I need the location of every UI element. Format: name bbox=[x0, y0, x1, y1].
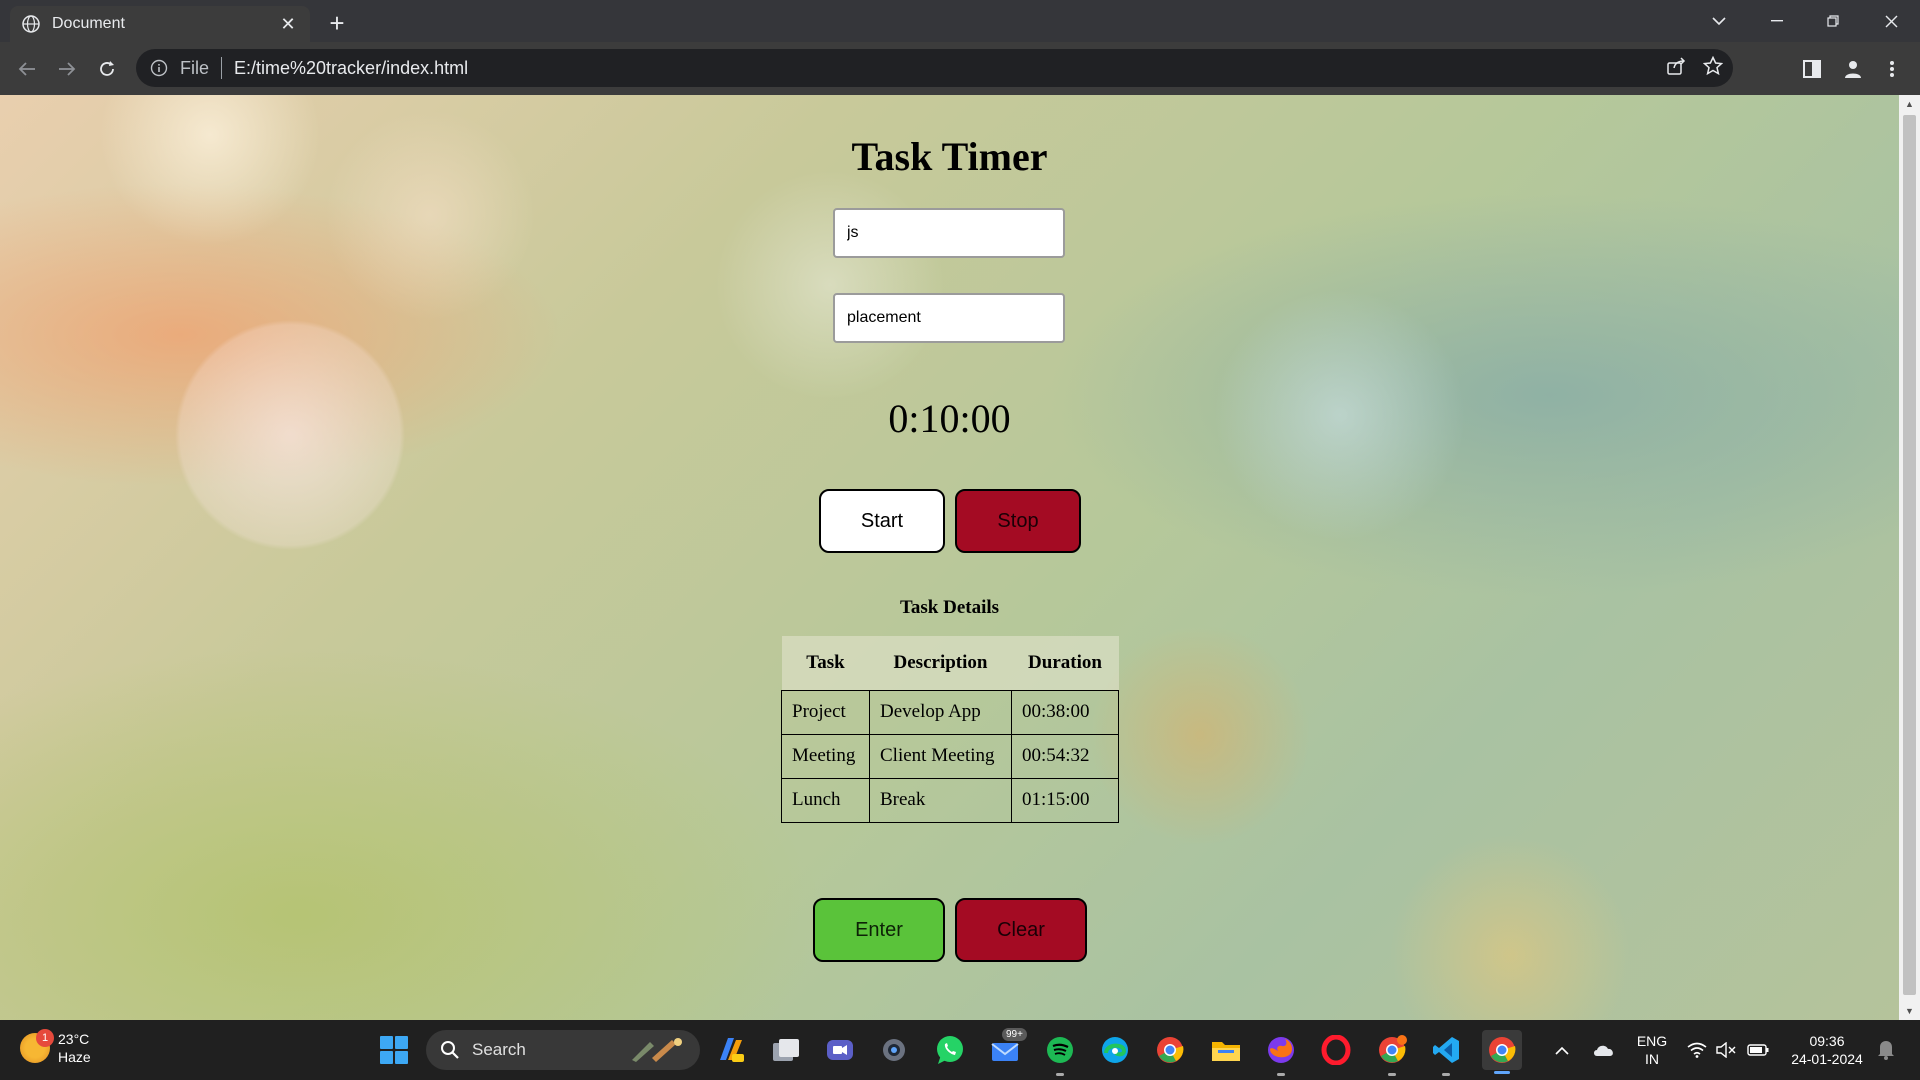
whatsapp-icon[interactable] bbox=[932, 1032, 968, 1068]
windows-taskbar: 1 23°C Haze Search 99+ ENG IN 09:36 24-0… bbox=[0, 1020, 1920, 1080]
show-hidden-icons-chevron-icon[interactable] bbox=[1550, 1020, 1574, 1080]
language-code: ENG bbox=[1636, 1033, 1668, 1049]
table-header-row: Task Description Duration bbox=[781, 636, 1119, 690]
task-description-input[interactable] bbox=[833, 293, 1065, 343]
running-indicator bbox=[1277, 1073, 1285, 1076]
chrome-active-icon[interactable] bbox=[1482, 1030, 1522, 1074]
tab-close-icon[interactable]: ✕ bbox=[278, 14, 298, 34]
stop-button[interactable]: Stop bbox=[955, 489, 1081, 553]
scroll-up-arrow-icon[interactable]: ▲ bbox=[1899, 95, 1920, 113]
profile-icon[interactable] bbox=[1838, 54, 1868, 84]
page-viewport: Task Timer 0:10:00 Start Stop Task Detai… bbox=[0, 95, 1899, 1020]
clock-date: 24-01-2024 bbox=[1791, 1051, 1863, 1067]
forward-arrow-icon[interactable] bbox=[50, 52, 84, 86]
clear-button[interactable]: Clear bbox=[955, 898, 1087, 962]
cell-description: Break bbox=[869, 777, 1012, 823]
clock-time: 09:36 bbox=[1809, 1033, 1845, 1049]
settings-gear-icon[interactable] bbox=[876, 1032, 912, 1068]
wifi-icon[interactable] bbox=[1684, 1020, 1710, 1080]
cell-description: Client Meeting bbox=[869, 733, 1012, 779]
chrome-icon[interactable] bbox=[1152, 1032, 1188, 1068]
page-scrollbar[interactable]: ▲ ▼ bbox=[1899, 95, 1920, 1020]
mail-icon[interactable]: 99+ bbox=[988, 1028, 1027, 1068]
running-indicator bbox=[1442, 1073, 1450, 1076]
taskbar-search-box[interactable]: Search bbox=[426, 1030, 700, 1070]
timer-display: 0:10:00 bbox=[888, 396, 1011, 441]
taskbar-clock[interactable]: 09:36 24-01-2024 bbox=[1782, 1032, 1872, 1068]
address-bar[interactable]: File E:/time%20tracker/index.html bbox=[136, 49, 1733, 87]
weather-widget[interactable]: 1 23°C Haze bbox=[20, 1029, 91, 1066]
browser-toolbar: File E:/time%20tracker/index.html bbox=[0, 42, 1920, 95]
opera-icon[interactable] bbox=[1318, 1032, 1354, 1068]
site-info-icon[interactable] bbox=[150, 59, 168, 77]
cell-duration: 00:54:32 bbox=[1011, 733, 1119, 779]
address-url[interactable]: E:/time%20tracker/index.html bbox=[234, 58, 468, 79]
scrollbar-thumb[interactable] bbox=[1903, 115, 1916, 995]
share-icon[interactable] bbox=[1667, 56, 1687, 80]
copilot-app-icon[interactable] bbox=[712, 1032, 748, 1068]
table-row: Lunch Break 01:15:00 bbox=[781, 777, 1119, 823]
cell-duration: 00:38:00 bbox=[1011, 689, 1119, 735]
table-row: Meeting Client Meeting 00:54:32 bbox=[781, 733, 1119, 779]
tab-title: Document bbox=[52, 15, 125, 32]
table-row: Project Develop App 00:38:00 bbox=[781, 689, 1119, 735]
teams-chat-icon[interactable] bbox=[822, 1032, 858, 1068]
cell-duration: 01:15:00 bbox=[1011, 777, 1119, 823]
cell-task: Lunch bbox=[781, 777, 870, 823]
enter-button[interactable]: Enter bbox=[813, 898, 945, 962]
address-scheme-label: File bbox=[180, 57, 210, 78]
file-explorer-icon[interactable] bbox=[1208, 1032, 1244, 1068]
minimize-window-icon[interactable] bbox=[1748, 0, 1806, 42]
search-label: Search bbox=[472, 1040, 526, 1059]
weather-condition-label: Haze bbox=[58, 1049, 91, 1065]
haze-weather-icon: 1 bbox=[20, 1029, 54, 1063]
mail-badge: 99+ bbox=[1002, 1028, 1027, 1041]
cell-description: Develop App bbox=[869, 689, 1012, 735]
tab-search-chevron-icon[interactable] bbox=[1690, 0, 1748, 42]
firefox-icon[interactable] bbox=[1263, 1032, 1299, 1076]
task-name-input[interactable] bbox=[833, 208, 1065, 258]
search-icon bbox=[440, 1040, 460, 1060]
column-header-task: Task bbox=[781, 636, 870, 690]
start-button[interactable]: Start bbox=[819, 489, 945, 553]
table-caption: Task Details bbox=[899, 597, 1000, 618]
vscode-icon[interactable] bbox=[1428, 1032, 1464, 1076]
bookmark-star-icon[interactable] bbox=[1702, 55, 1724, 81]
globe-icon bbox=[22, 15, 40, 33]
task-view-icon[interactable] bbox=[768, 1032, 804, 1068]
battery-icon[interactable] bbox=[1744, 1020, 1772, 1080]
edge-browser-icon[interactable] bbox=[1097, 1032, 1133, 1068]
active-indicator bbox=[1494, 1071, 1510, 1074]
scroll-down-arrow-icon[interactable]: ▼ bbox=[1899, 1002, 1920, 1020]
windows-start-icon[interactable] bbox=[380, 1036, 408, 1064]
spotify-icon[interactable] bbox=[1042, 1032, 1078, 1076]
browser-tab-document[interactable]: Document ✕ bbox=[10, 6, 310, 42]
chrome-profile-icon[interactable] bbox=[1374, 1032, 1410, 1076]
more-menu-icon[interactable] bbox=[1877, 54, 1907, 84]
cell-task: Project bbox=[781, 689, 870, 735]
column-header-description: Description bbox=[869, 636, 1012, 690]
address-divider bbox=[221, 57, 223, 79]
browser-tab-strip: Document ✕ + bbox=[0, 0, 1920, 42]
side-panel-icon[interactable] bbox=[1797, 54, 1827, 84]
back-arrow-icon[interactable] bbox=[10, 52, 44, 86]
notification-bell-icon[interactable] bbox=[1876, 1038, 1900, 1062]
reload-icon[interactable] bbox=[90, 52, 124, 86]
temperature-label: 23°C bbox=[58, 1031, 90, 1047]
running-indicator bbox=[1056, 1073, 1064, 1076]
weather-notification-badge: 1 bbox=[36, 1029, 54, 1047]
task-details-table: Task Description Duration Project Develo… bbox=[781, 636, 1119, 823]
new-tab-button[interactable]: + bbox=[322, 8, 352, 38]
search-highlight-brush-icon bbox=[628, 1036, 688, 1069]
close-window-icon[interactable] bbox=[1862, 0, 1920, 42]
column-header-duration: Duration bbox=[1011, 636, 1119, 690]
page-title: Task Timer bbox=[851, 134, 1048, 179]
cell-task: Meeting bbox=[781, 733, 870, 779]
language-indicator[interactable]: ENG IN bbox=[1632, 1020, 1672, 1080]
onedrive-cloud-icon[interactable] bbox=[1590, 1020, 1618, 1080]
running-indicator bbox=[1388, 1073, 1396, 1076]
restore-window-icon[interactable] bbox=[1804, 0, 1862, 42]
language-region: IN bbox=[1645, 1051, 1659, 1067]
volume-muted-icon[interactable] bbox=[1713, 1020, 1739, 1080]
